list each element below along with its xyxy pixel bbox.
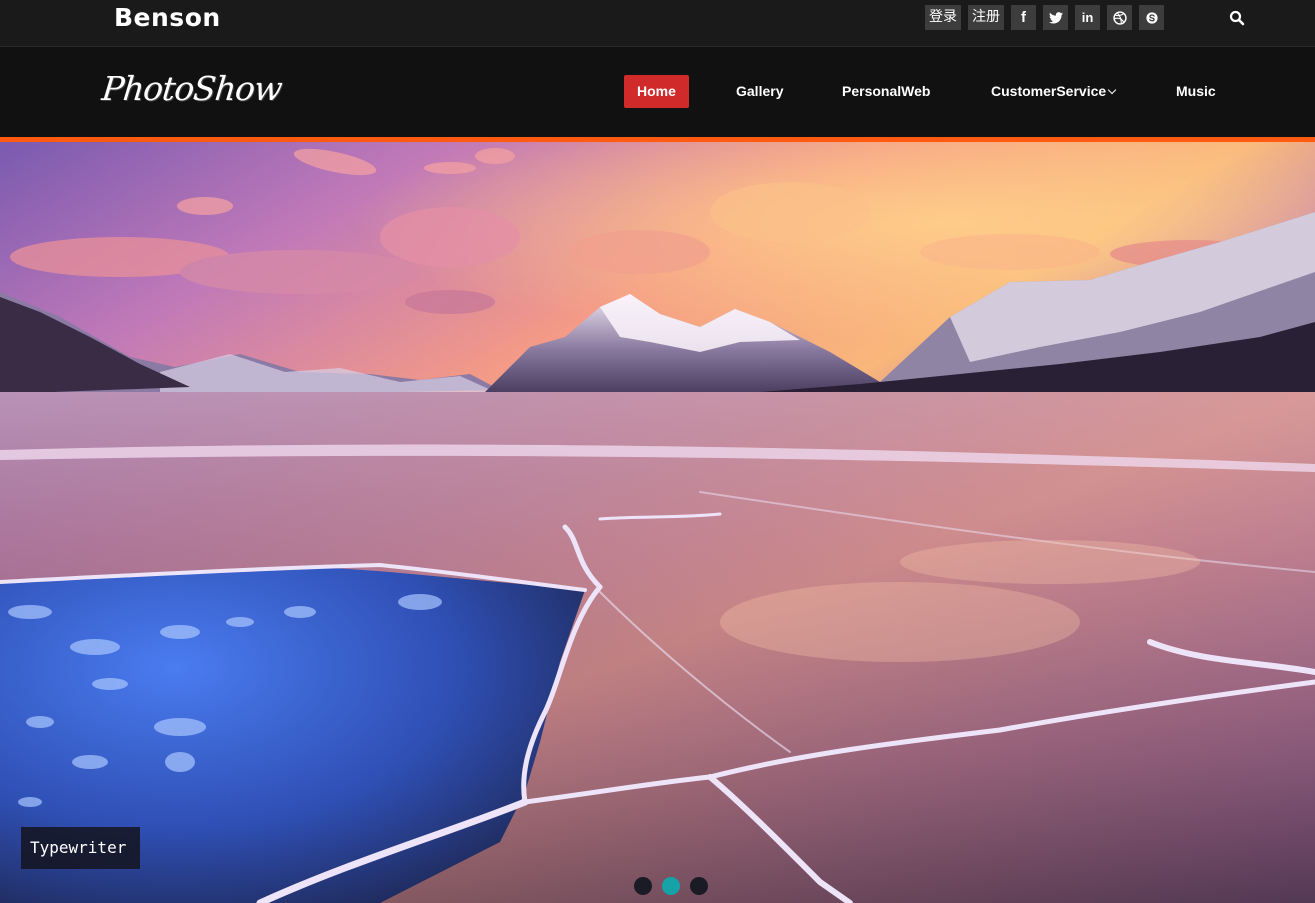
hero-slider[interactable]: Typewriter (0, 142, 1315, 903)
top-bar: Benson 登录 注册 f in (0, 0, 1315, 47)
linkedin-icon[interactable]: in (1075, 5, 1100, 30)
slider-dot-3[interactable] (690, 877, 708, 895)
login-button[interactable]: 登录 (925, 5, 961, 30)
nav-customerservice-label: CustomerService (991, 83, 1107, 99)
nav-music[interactable]: Music (1176, 75, 1216, 108)
facebook-icon[interactable]: f (1011, 5, 1036, 30)
slider-dot-1[interactable] (634, 877, 652, 895)
hero-image (0, 142, 1315, 903)
nav-home[interactable]: Home (624, 75, 689, 108)
brand-name[interactable]: Benson (114, 3, 221, 33)
twitter-icon[interactable] (1043, 5, 1068, 30)
chevron-down-icon (1107, 85, 1117, 95)
linkedin-glyph: in (1081, 10, 1094, 25)
nav-gallery[interactable]: Gallery (736, 75, 783, 108)
twitter-glyph (1048, 11, 1063, 24)
skype-icon[interactable] (1139, 5, 1164, 30)
main-navbar: PhotoShow Home Gallery PersonalWeb Custo… (0, 48, 1315, 137)
slide-caption: Typewriter (21, 827, 140, 869)
slider-pagination (634, 877, 708, 895)
slider-dot-2[interactable] (662, 877, 680, 895)
nav-personalweb[interactable]: PersonalWeb (842, 75, 930, 108)
register-button[interactable]: 注册 (968, 5, 1004, 30)
skype-glyph (1145, 11, 1158, 24)
facebook-glyph: f (1021, 9, 1026, 26)
nav-customerservice[interactable]: CustomerService (991, 75, 1117, 108)
dribbble-icon[interactable] (1107, 5, 1132, 30)
top-actions: 登录 注册 f in (925, 5, 1164, 30)
search-icon[interactable] (1229, 10, 1245, 26)
dribbble-glyph (1112, 10, 1127, 25)
site-logo[interactable]: PhotoShow (99, 64, 284, 114)
